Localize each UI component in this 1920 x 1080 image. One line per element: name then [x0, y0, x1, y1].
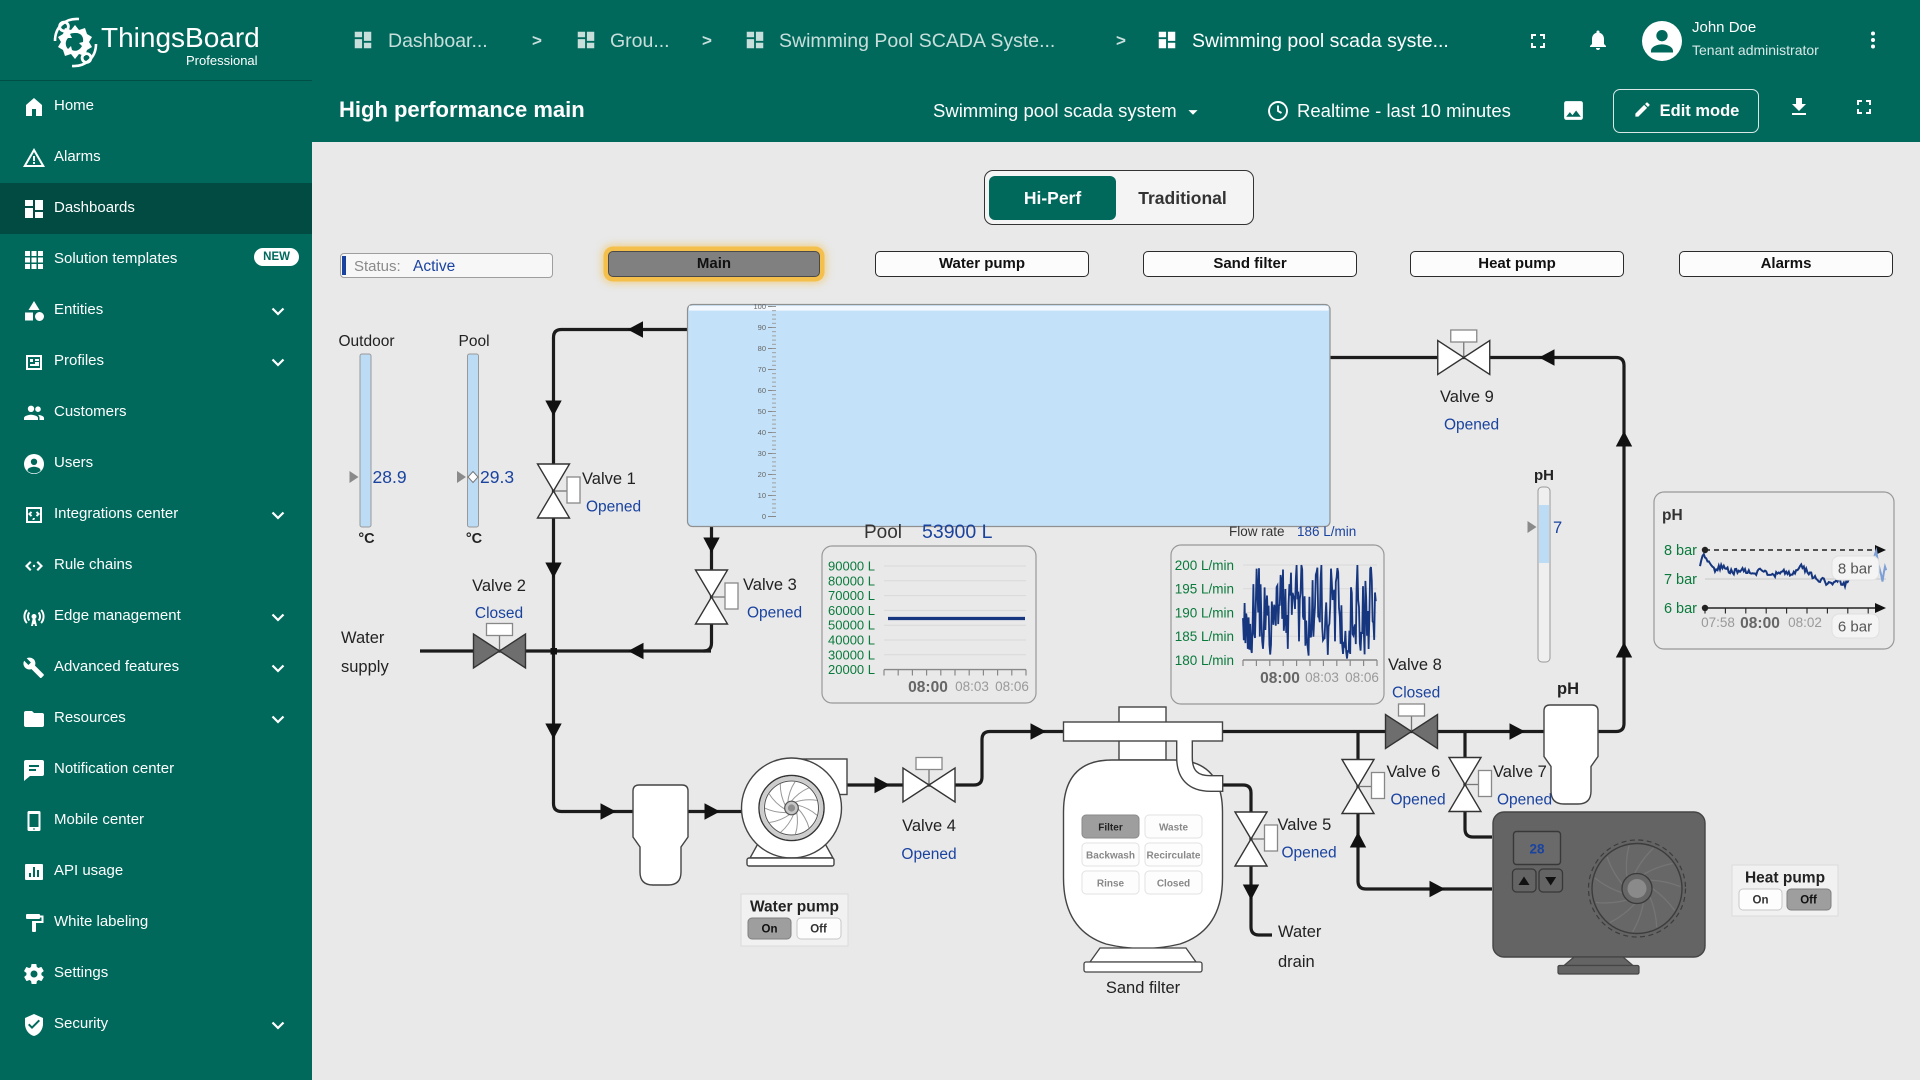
svg-text:7: 7 [1553, 519, 1562, 537]
svg-text:Opened: Opened [1444, 417, 1499, 434]
svg-text:Waste: Waste [1159, 823, 1189, 834]
svg-text:Water pump: Water pump [750, 899, 839, 916]
svg-text:On: On [762, 924, 778, 936]
svg-text:20: 20 [758, 470, 766, 479]
svg-text:29.3: 29.3 [480, 467, 514, 487]
svg-text:08:06: 08:06 [1345, 670, 1379, 685]
svg-text:60: 60 [758, 386, 766, 395]
svg-text:08:06: 08:06 [995, 679, 1029, 694]
svg-text:Water: Water [341, 629, 385, 647]
svg-text:drain: drain [1278, 953, 1315, 971]
svg-text:Pool: Pool [864, 522, 902, 543]
svg-text:Valve 9: Valve 9 [1440, 388, 1494, 406]
svg-text:Off: Off [1800, 895, 1817, 907]
svg-text:195 L/min: 195 L/min [1175, 582, 1234, 597]
svg-text:0: 0 [762, 512, 766, 521]
svg-text:Recirculate: Recirculate [1147, 851, 1201, 862]
svg-text:08:03: 08:03 [1305, 670, 1339, 685]
svg-text:Valve 1: Valve 1 [582, 470, 636, 488]
svg-text:pH: pH [1534, 467, 1554, 484]
svg-text:6 bar: 6 bar [1838, 619, 1872, 636]
svg-text:On: On [1753, 895, 1769, 907]
svg-text:Water: Water [1278, 923, 1322, 941]
svg-text:28: 28 [1529, 842, 1545, 857]
svg-text:190 L/min: 190 L/min [1175, 605, 1234, 620]
svg-text:Opened: Opened [901, 846, 956, 863]
svg-text:8 bar: 8 bar [1838, 561, 1872, 578]
svg-text:°C: °C [466, 531, 483, 547]
svg-text:6 bar: 6 bar [1664, 601, 1697, 617]
svg-text:Opened: Opened [1391, 792, 1446, 809]
svg-text:90: 90 [758, 323, 766, 332]
svg-text:10: 10 [758, 491, 766, 500]
svg-text:Sand filter: Sand filter [1106, 979, 1181, 997]
svg-text:Opened: Opened [1497, 792, 1552, 809]
svg-text:53900 L: 53900 L [922, 521, 993, 543]
svg-text:pH: pH [1662, 507, 1683, 524]
svg-text:200 L/min: 200 L/min [1175, 558, 1234, 573]
svg-text:Off: Off [810, 924, 827, 936]
svg-text:100: 100 [753, 302, 766, 311]
svg-text:Opened: Opened [1282, 845, 1337, 862]
svg-text:Valve 7: Valve 7 [1493, 763, 1547, 781]
svg-text:Opened: Opened [747, 605, 802, 622]
svg-text:40000 L: 40000 L [828, 633, 875, 648]
svg-text:Valve 4: Valve 4 [902, 817, 956, 835]
svg-text:07:58: 07:58 [1701, 615, 1735, 630]
svg-text:08:00: 08:00 [1740, 615, 1780, 632]
svg-text:70000 L: 70000 L [828, 588, 875, 603]
svg-text:Closed: Closed [1392, 685, 1440, 702]
svg-text:Backwash: Backwash [1086, 851, 1135, 862]
svg-text:Pool: Pool [458, 333, 489, 350]
svg-text:30000 L: 30000 L [828, 647, 875, 662]
svg-text:Rinse: Rinse [1097, 879, 1125, 890]
svg-text:pH: pH [1557, 680, 1579, 698]
svg-text:60000 L: 60000 L [828, 603, 875, 618]
svg-text:Heat pump: Heat pump [1745, 870, 1825, 887]
svg-text:185 L/min: 185 L/min [1175, 629, 1234, 644]
svg-text:Valve 5: Valve 5 [1278, 816, 1332, 834]
svg-text:8 bar: 8 bar [1664, 543, 1697, 559]
svg-text:08:00: 08:00 [1260, 670, 1300, 687]
svg-text:Valve 6: Valve 6 [1387, 763, 1441, 781]
svg-text:50: 50 [758, 407, 766, 416]
svg-text:Closed: Closed [1157, 879, 1190, 890]
svg-text:90000 L: 90000 L [828, 559, 875, 574]
svg-text:08:02: 08:02 [1788, 615, 1822, 630]
svg-text:08:00: 08:00 [908, 679, 948, 696]
svg-text:50000 L: 50000 L [828, 618, 875, 633]
svg-text:Closed: Closed [475, 605, 523, 622]
svg-text:20000 L: 20000 L [828, 662, 875, 677]
svg-text:°C: °C [358, 531, 375, 547]
svg-text:28.9: 28.9 [373, 467, 407, 487]
svg-text:7 bar: 7 bar [1664, 572, 1697, 588]
svg-text:Valve 8: Valve 8 [1388, 656, 1442, 674]
svg-text:Outdoor: Outdoor [338, 333, 394, 350]
svg-text:186 L/min: 186 L/min [1297, 524, 1356, 539]
svg-text:80000 L: 80000 L [828, 573, 875, 588]
svg-text:Flow rate: Flow rate [1229, 524, 1285, 539]
svg-text:180 L/min: 180 L/min [1175, 653, 1234, 668]
svg-text:Filter: Filter [1098, 823, 1123, 834]
svg-text:40: 40 [758, 428, 766, 437]
svg-text:80: 80 [758, 344, 766, 353]
svg-text:30: 30 [758, 449, 766, 458]
svg-text:70: 70 [758, 365, 766, 374]
svg-text:supply: supply [341, 658, 389, 676]
svg-text:Valve 3: Valve 3 [743, 576, 797, 594]
svg-text:Opened: Opened [586, 499, 641, 516]
svg-text:Valve 2: Valve 2 [472, 577, 526, 595]
svg-text:08:03: 08:03 [955, 679, 989, 694]
